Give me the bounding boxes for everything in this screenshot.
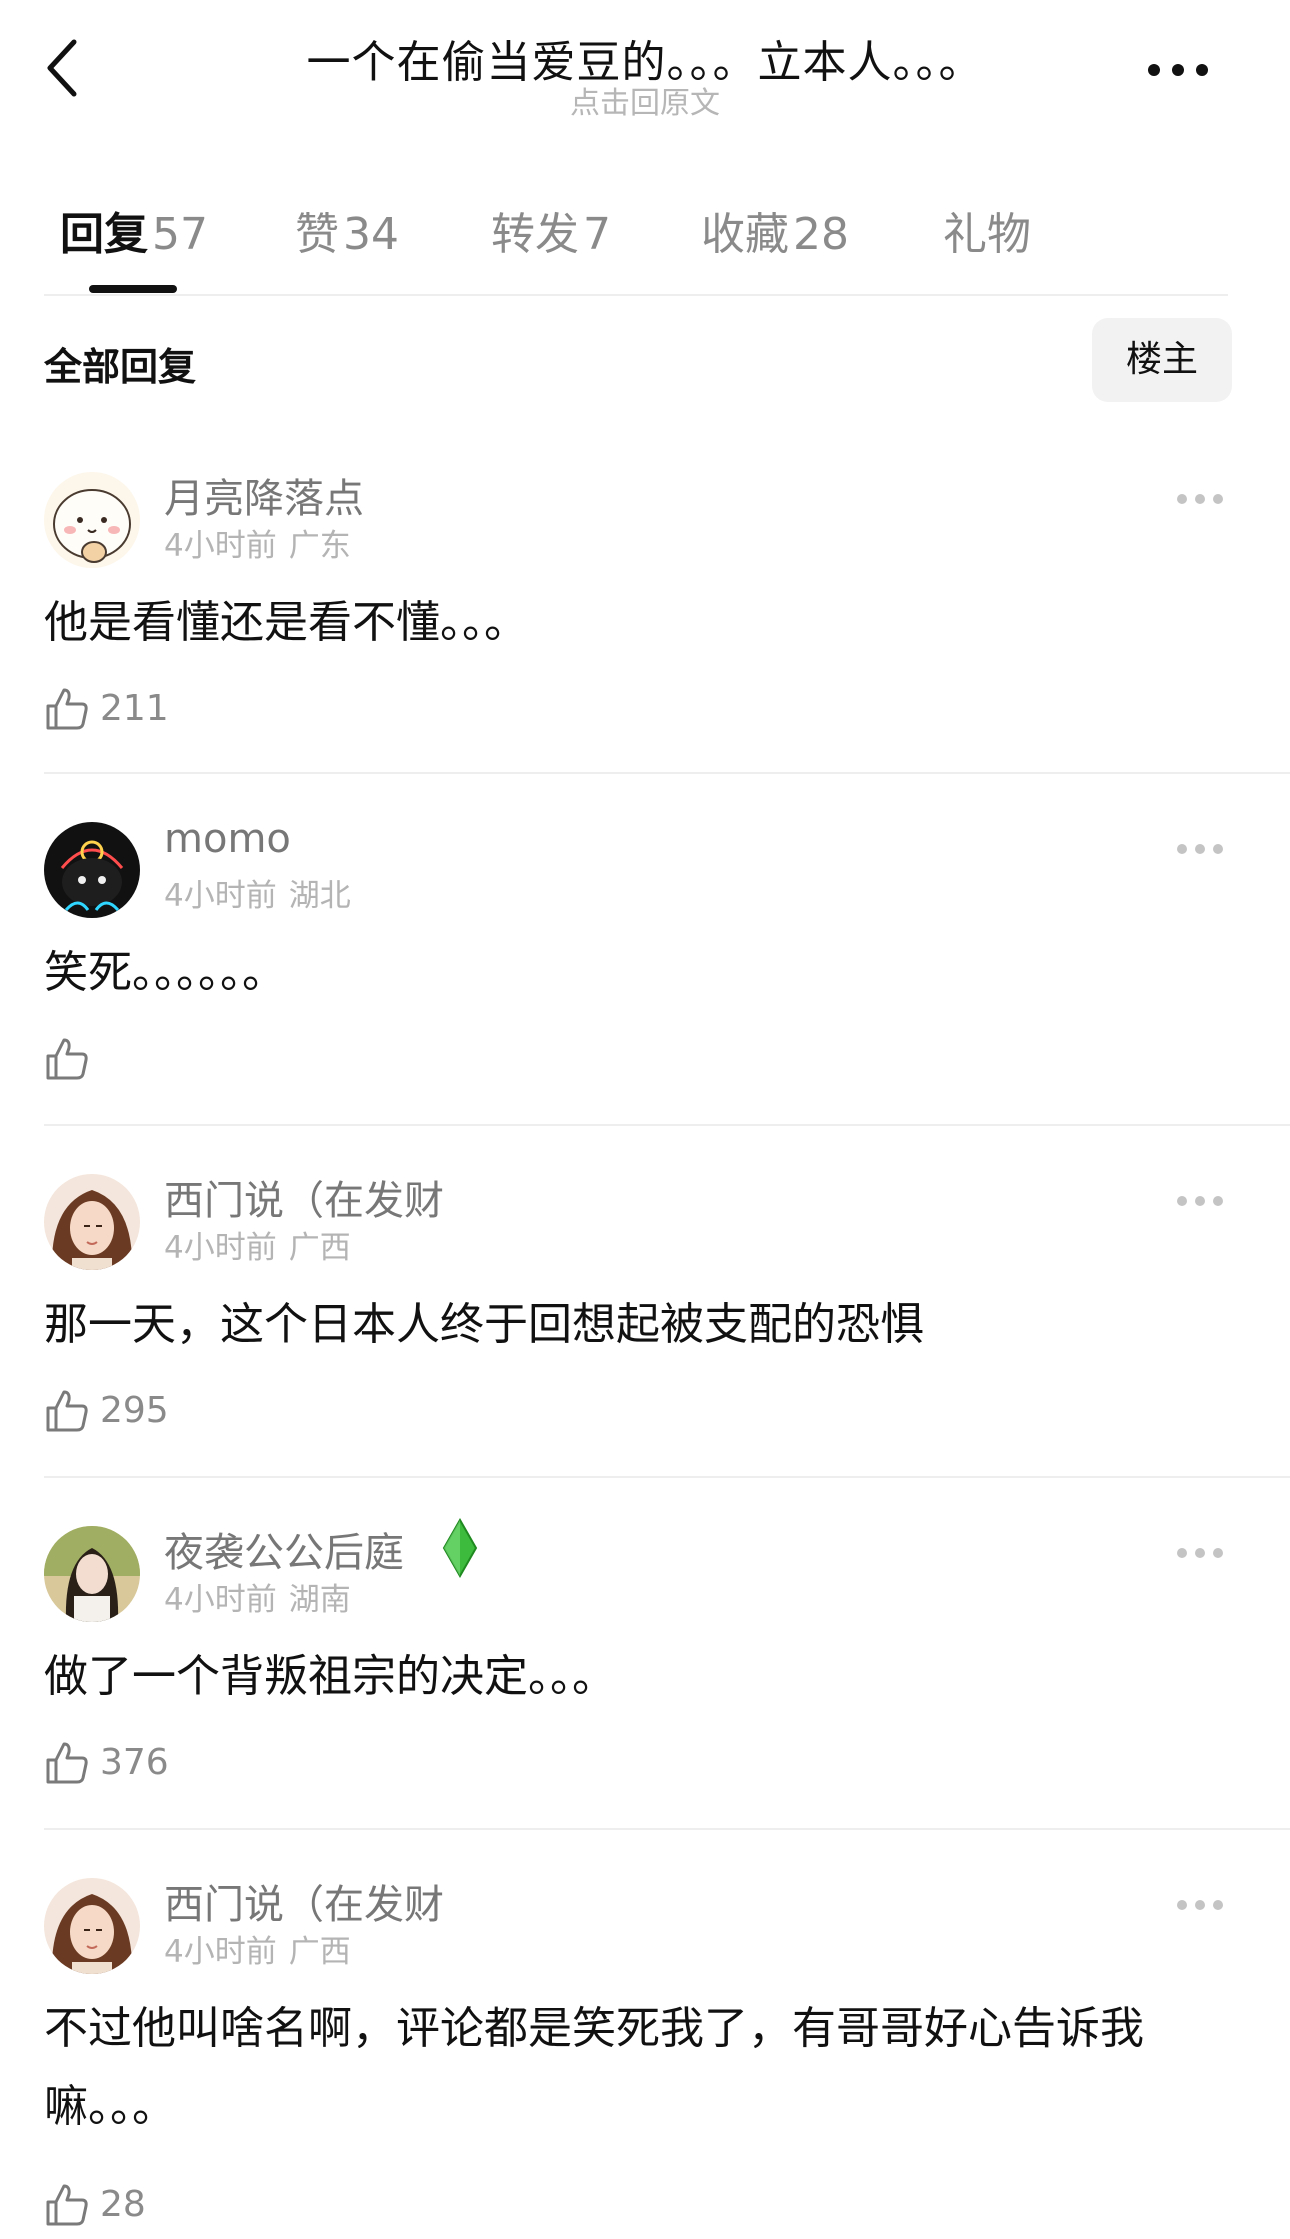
username[interactable]: 西门说（在发财 [164, 1168, 444, 1226]
comment-text: 做了一个背叛祖宗的决定。。。 [44, 1651, 616, 1702]
comment-time: 4小时前 [164, 528, 277, 564]
tabs-divider [44, 294, 1228, 296]
tab-reposts[interactable]: 转发7 [491, 198, 611, 262]
tab-replies-label: 回复 [60, 209, 148, 260]
tab-replies-count: 57 [152, 209, 208, 260]
username[interactable]: 月亮降落点 [164, 466, 364, 524]
comment-meta: 4小时前 广东 [164, 520, 351, 565]
avatar[interactable] [44, 472, 140, 568]
comment-location: 湖南 [288, 1582, 351, 1618]
avatar[interactable] [44, 1174, 140, 1270]
tab-favorites-count: 28 [793, 209, 849, 260]
all-replies-label: 全部回复 [44, 345, 197, 389]
like-count: 376 [100, 1742, 169, 1783]
owner-filter-button[interactable]: 楼主 [1092, 318, 1232, 402]
comment-meta: 4小时前 湖北 [164, 870, 351, 915]
comment-location: 广西 [288, 1230, 351, 1266]
more-options-icon[interactable] [1140, 40, 1220, 100]
comment-more-icon[interactable] [1170, 834, 1230, 864]
tab-gifts[interactable]: 礼物 [943, 198, 1031, 262]
comment-more-icon[interactable] [1170, 1890, 1230, 1920]
comment-time: 4小时前 [164, 878, 277, 914]
like-count: 211 [100, 688, 169, 729]
comment-text: 他是看懂还是看不懂。。。 [44, 597, 528, 648]
comment-item: 西门说（在发财 4小时前 广西 那一天，这个日本人终于回想起被支配的恐惧 295 [0, 1174, 1290, 1526]
username[interactable]: 西门说（在发财 [164, 1872, 444, 1930]
comment-time: 4小时前 [164, 1230, 277, 1266]
thumbs-up-icon [46, 1038, 88, 1080]
comment-location: 湖北 [288, 878, 351, 914]
comment-more-icon[interactable] [1170, 1186, 1230, 1216]
avatar[interactable] [44, 822, 140, 918]
avatar[interactable] [44, 1878, 140, 1974]
comment-more-icon[interactable] [1170, 484, 1230, 514]
username[interactable]: momo [164, 816, 291, 862]
comment-meta: 4小时前 广西 [164, 1222, 351, 1267]
comment-item: momo 4小时前 湖北 笑死。。。。。。 [0, 816, 1290, 1174]
comment-time: 4小时前 [164, 1934, 277, 1970]
tab-likes[interactable]: 赞34 [295, 198, 399, 262]
comment-meta: 4小时前 广西 [164, 1926, 351, 1971]
tab-replies[interactable]: 回复57 [60, 198, 208, 262]
comment-divider [44, 1828, 1290, 1830]
active-tab-indicator [89, 285, 177, 293]
tab-bar: 回复57 赞34 转发7 收藏28 礼物 [44, 198, 1244, 298]
tab-favorites[interactable]: 收藏28 [701, 198, 849, 262]
diamond-badge-icon [440, 1517, 480, 1579]
comment-location: 广西 [288, 1934, 351, 1970]
comment-text: 那一天，这个日本人终于回想起被支配的恐惧 [44, 1299, 924, 1350]
comment-divider [44, 772, 1290, 774]
username[interactable]: 夜袭公公后庭 [164, 1520, 404, 1578]
like-count: 295 [100, 1390, 169, 1431]
tab-reposts-count: 7 [583, 209, 611, 260]
tab-likes-count: 34 [343, 209, 399, 260]
comment-time: 4小时前 [164, 1582, 277, 1618]
comment-item: 夜袭公公后庭 4小时前 湖南 做了一个背叛祖宗的决定。。。 376 [0, 1517, 1290, 1878]
comment-location: 广东 [288, 528, 351, 564]
thumbs-up-icon [46, 1390, 88, 1432]
back-to-original-link[interactable]: 点击回原文 [0, 78, 1290, 122]
avatar[interactable] [44, 1526, 140, 1622]
comment-text: 不过他叫啥名啊，评论都是笑死我了，有哥哥好心告诉我嘛。。。 [44, 2003, 1144, 2132]
top-bar: 一个在偷当爱豆的。。。立本人。。。 点击回原文 [0, 0, 1290, 140]
filter-row: 全部回复 楼主 [44, 318, 1232, 404]
like-count: 28 [100, 2184, 146, 2225]
tab-favorites-label: 收藏 [701, 209, 789, 260]
comment-divider [44, 1124, 1290, 1126]
thumbs-up-icon [46, 688, 88, 730]
tab-gifts-label: 礼物 [943, 209, 1031, 260]
tab-reposts-label: 转发 [491, 209, 579, 260]
comment-text: 笑死。。。。。。 [44, 947, 286, 998]
comment-item: 西门说（在发财 4小时前 广西 不过他叫啥名啊，评论都是笑死我了，有哥哥好心告诉我… [0, 1878, 1290, 2239]
thumbs-up-icon [46, 1742, 88, 1784]
comment-divider [44, 1476, 1290, 1478]
comment-meta: 4小时前 湖南 [164, 1574, 351, 1619]
tab-likes-label: 赞 [295, 209, 339, 260]
comment-more-icon[interactable] [1170, 1538, 1230, 1568]
thumbs-up-icon [46, 2184, 88, 2226]
